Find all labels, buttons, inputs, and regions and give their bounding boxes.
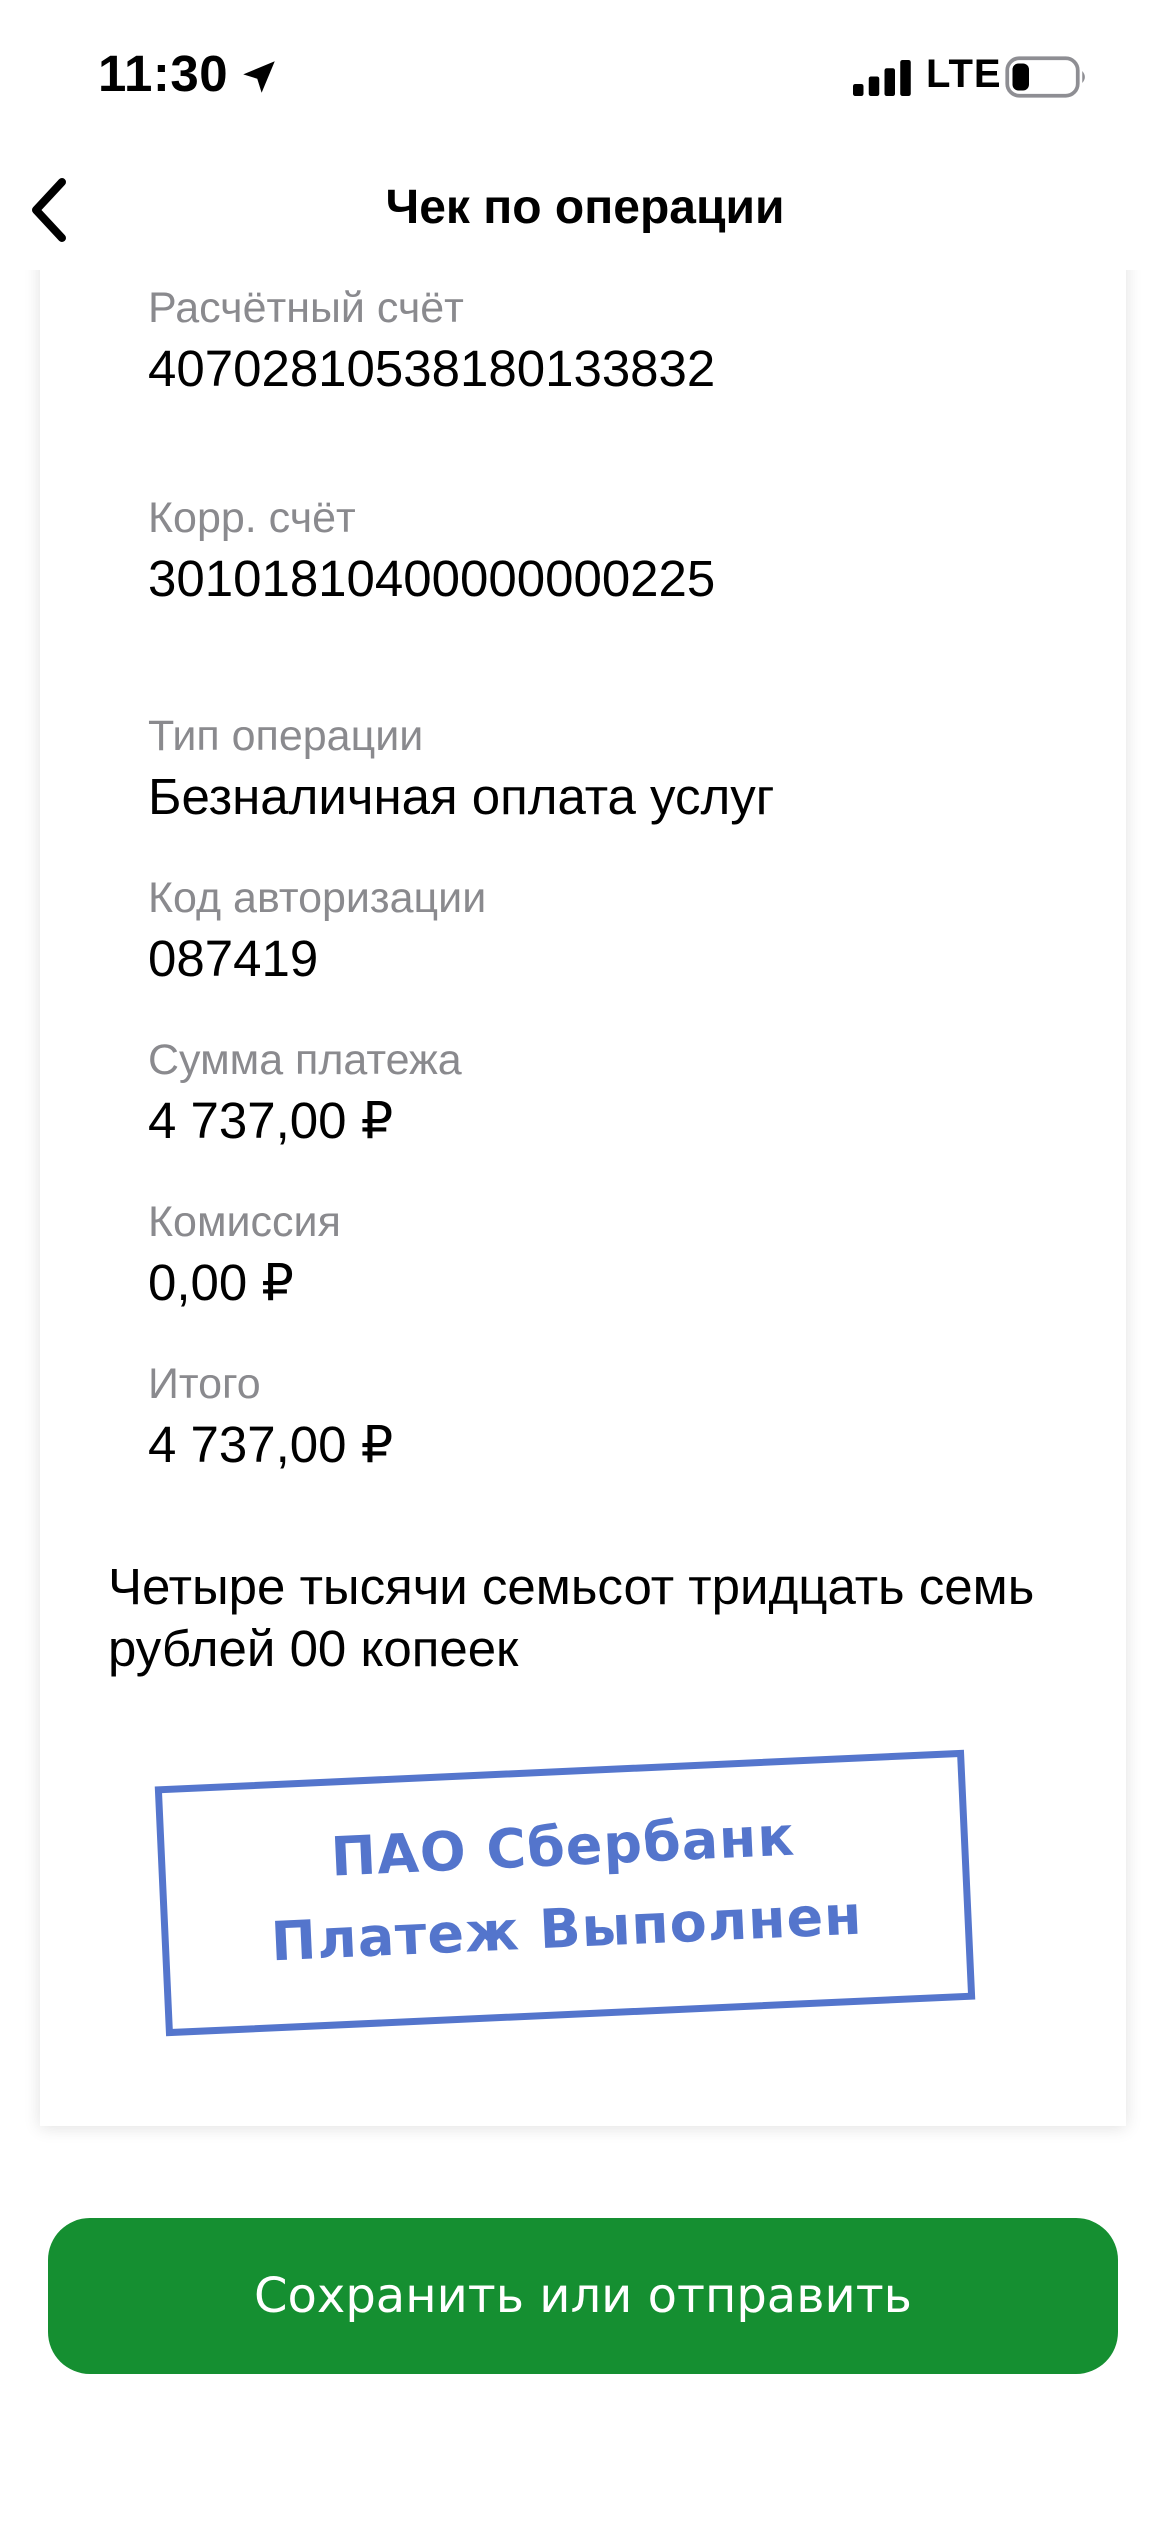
- save-or-send-button[interactable]: Сохранить или отправить: [48, 2218, 1118, 2374]
- total-label: Итого: [148, 1360, 261, 1408]
- amount-in-words: Четыре тысячи семьсот тридцать семь рубл…: [108, 1558, 1035, 1677]
- auth-code-field: Код авторизации 087419: [148, 870, 1128, 992]
- operation-type-value: Безналичная оплата услуг: [148, 768, 775, 825]
- status-bar: 11:30 LTE: [0, 0, 1170, 150]
- auth-code-value: 087419: [148, 930, 319, 987]
- payment-amount-value: 4 737,00 ₽: [148, 1092, 394, 1149]
- signal-icon: [853, 60, 911, 96]
- page-title: Чек по операции: [385, 181, 785, 234]
- total-field: Итого 4 737,00 ₽: [148, 1356, 1128, 1478]
- payment-amount-field: Сумма платежа 4 737,00 ₽: [148, 1032, 1128, 1154]
- payment-amount-label: Сумма платежа: [148, 1036, 462, 1084]
- correspondent-account-field: Корр. счёт 30101810400000000225: [148, 490, 1128, 612]
- network-label: LTE: [926, 52, 1002, 96]
- battery-icon: [1005, 56, 1085, 98]
- settlement-account-label: Расчётный счёт: [148, 284, 464, 332]
- auth-code-label: Код авторизации: [148, 874, 487, 922]
- commission-label: Комиссия: [148, 1198, 341, 1246]
- operation-type-field: Тип операции Безналичная оплата услуг: [148, 708, 1128, 830]
- total-value: 4 737,00 ₽: [148, 1416, 394, 1473]
- operation-type-label: Тип операции: [148, 712, 424, 760]
- settlement-account-value: 40702810538180133832: [148, 340, 716, 397]
- payment-stamp: ПАО Сбербанк Платеж Выполнен: [154, 1749, 976, 2037]
- stamp-bank-name: ПАО Сбербанк: [329, 1804, 797, 1889]
- navigation-bar: Чек по операции: [0, 150, 1170, 270]
- commission-field: Комиссия 0,00 ₽: [148, 1194, 1128, 1316]
- settlement-account-field: Расчётный счёт 40702810538180133832: [148, 280, 1128, 402]
- correspondent-account-value: 30101810400000000225: [148, 550, 716, 607]
- commission-value: 0,00 ₽: [148, 1254, 294, 1311]
- stamp-status: Платеж Выполнен: [269, 1883, 864, 1974]
- correspondent-account-label: Корр. счёт: [148, 494, 356, 542]
- location-arrow-icon: [243, 61, 275, 93]
- status-time: 11:30: [98, 45, 229, 102]
